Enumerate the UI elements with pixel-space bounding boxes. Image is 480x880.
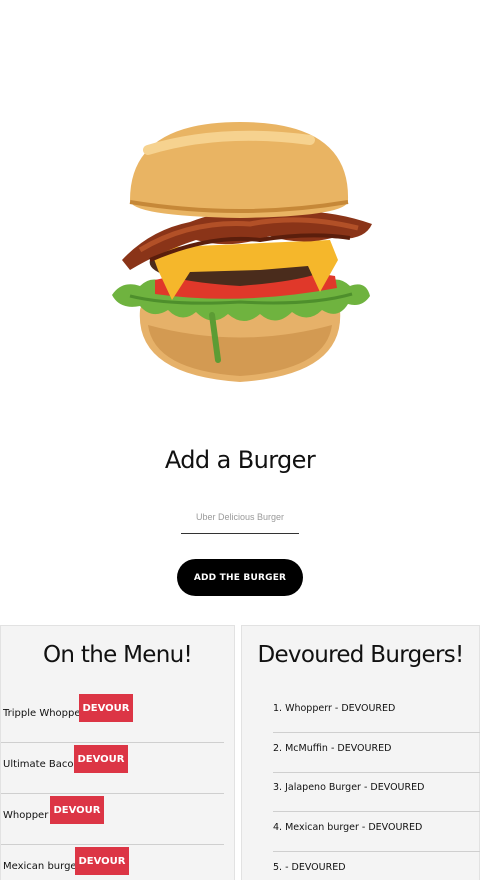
devoured-item: 5. - DEVOURED — [273, 852, 480, 880]
hero-section — [0, 0, 480, 420]
burger-image — [112, 122, 372, 382]
devoured-item-text: 3. Jalapeno Burger - DEVOURED — [273, 782, 425, 793]
devoured-item: 2. McMuffin - DEVOURED — [273, 733, 480, 773]
devoured-item-text: 1. Whopperr - DEVOURED — [273, 703, 396, 714]
devoured-item-text: 4. Mexican burger - DEVOURED — [273, 822, 423, 833]
devoured-item: 3. Jalapeno Burger - DEVOURED — [273, 772, 480, 812]
menu-item: Mexican burger DEVOUR — [1, 845, 224, 880]
menu-panel: On the Menu! Tripple Whopper DEVOUR Ulti… — [0, 625, 235, 880]
devoured-item-text: 5. - DEVOURED — [273, 862, 346, 873]
devour-button[interactable]: DEVOUR — [75, 847, 129, 875]
devour-button[interactable]: DEVOUR — [50, 796, 104, 824]
menu-title: On the Menu! — [42, 642, 193, 668]
devoured-item: 4. Mexican burger - DEVOURED — [273, 812, 480, 852]
devour-button[interactable]: DEVOUR — [79, 694, 133, 722]
menu-item-name: Whopper — [3, 810, 49, 821]
devoured-item-text: 2. McMuffin - DEVOURED — [273, 743, 392, 754]
menu-item-name: Ultimate Bacon — [3, 759, 80, 770]
devoured-panel: Devoured Burgers! 1. Whopperr - DEVOURED… — [241, 625, 480, 880]
menu-item-name: Mexican burger — [3, 861, 81, 872]
menu-item: Ultimate Bacon DEVOUR — [1, 743, 224, 794]
menu-item-name: Tripple Whopper — [3, 708, 85, 719]
devour-button[interactable]: DEVOUR — [74, 745, 128, 773]
devoured-title: Devoured Burgers! — [257, 642, 464, 668]
menu-item: Whopper DEVOUR — [1, 794, 224, 845]
add-burger-button[interactable]: ADD THE BURGER — [177, 559, 303, 596]
add-burger-title: Add a Burger — [164, 446, 316, 474]
devoured-item: 1. Whopperr - DEVOURED — [273, 693, 480, 733]
menu-item: Tripple Whopper DEVOUR — [1, 692, 224, 743]
burger-name-input[interactable] — [181, 500, 299, 534]
